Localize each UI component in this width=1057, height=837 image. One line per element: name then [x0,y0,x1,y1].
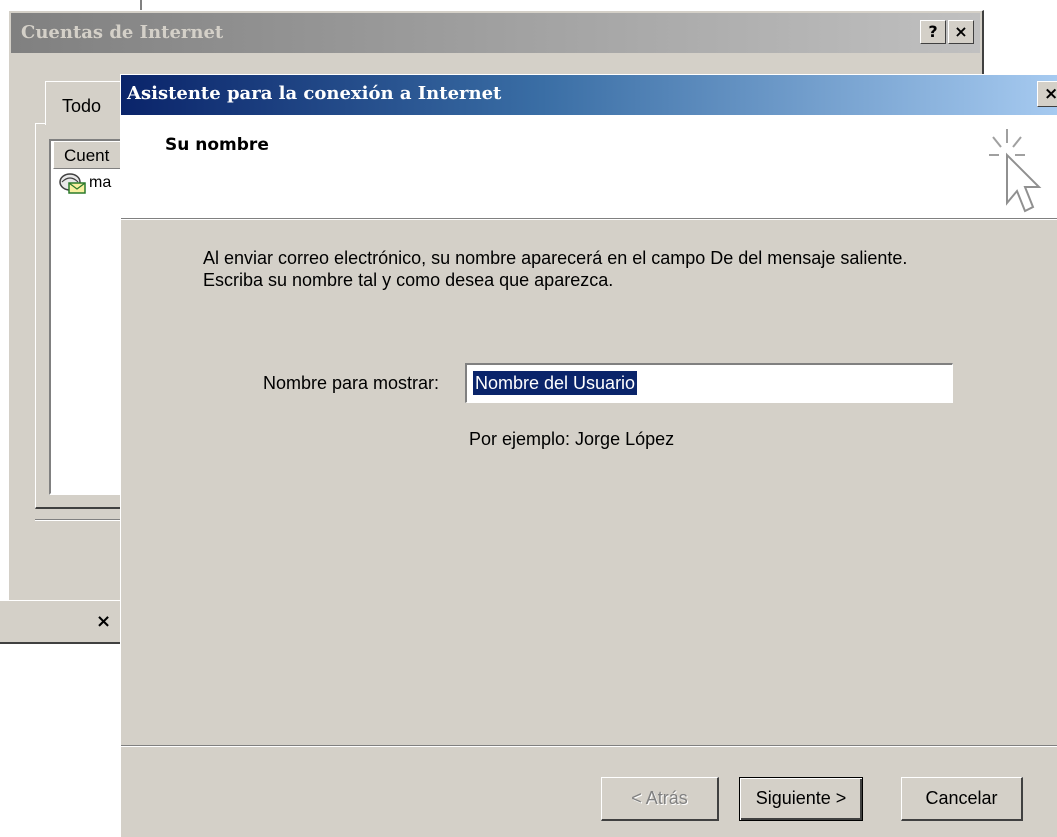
next-button[interactable]: Siguiente > [739,777,863,821]
wizard-titlebar[interactable]: Asistente para la conexión a Internet × [121,75,1057,115]
connection-wizard-dialog: Asistente para la conexión a Internet × … [120,74,1057,837]
wizard-intro-text: Al enviar correo electrónico, su nombre … [203,248,908,290]
strip-close-icon[interactable]: × [96,611,111,632]
internet-accounts-close-button[interactable]: × [948,20,974,44]
help-button[interactable]: ? [920,20,946,44]
cancel-button[interactable]: Cancelar [901,777,1023,821]
back-button[interactable]: < Atrás [601,777,719,821]
internet-accounts-title: Cuentas de Internet [21,22,224,43]
example-text: Por ejemplo: Jorge López [469,429,675,449]
tab-todo-label: Todo [62,96,102,116]
tab-todo[interactable]: Todo [45,81,125,125]
display-name-input[interactable]: Nombre del Usuario [465,363,953,403]
wizard-page-title: Su nombre [165,135,269,155]
display-name-label: Nombre para mostrar: [263,373,440,393]
header-divider [121,219,1057,220]
footer-divider [121,745,1057,747]
internet-accounts-titlebar[interactable]: Cuentas de Internet ? × [11,13,980,53]
desktop: Cuentas de Internet ? × Todo Cuent ma × … [0,0,1057,837]
wizard-header: Su nombre [121,115,1057,219]
wizard-title: Asistente para la conexión a Internet [127,83,502,104]
click-cursor-icon [989,129,1042,213]
mail-account-icon [59,173,86,194]
display-name-value: Nombre del Usuario [473,371,638,395]
background-strip: × [0,600,140,644]
list-item-label: ma [89,174,112,191]
column-header-label: Cuent [64,146,110,165]
background-edge [140,0,142,10]
wizard-close-button[interactable]: × [1037,81,1057,107]
